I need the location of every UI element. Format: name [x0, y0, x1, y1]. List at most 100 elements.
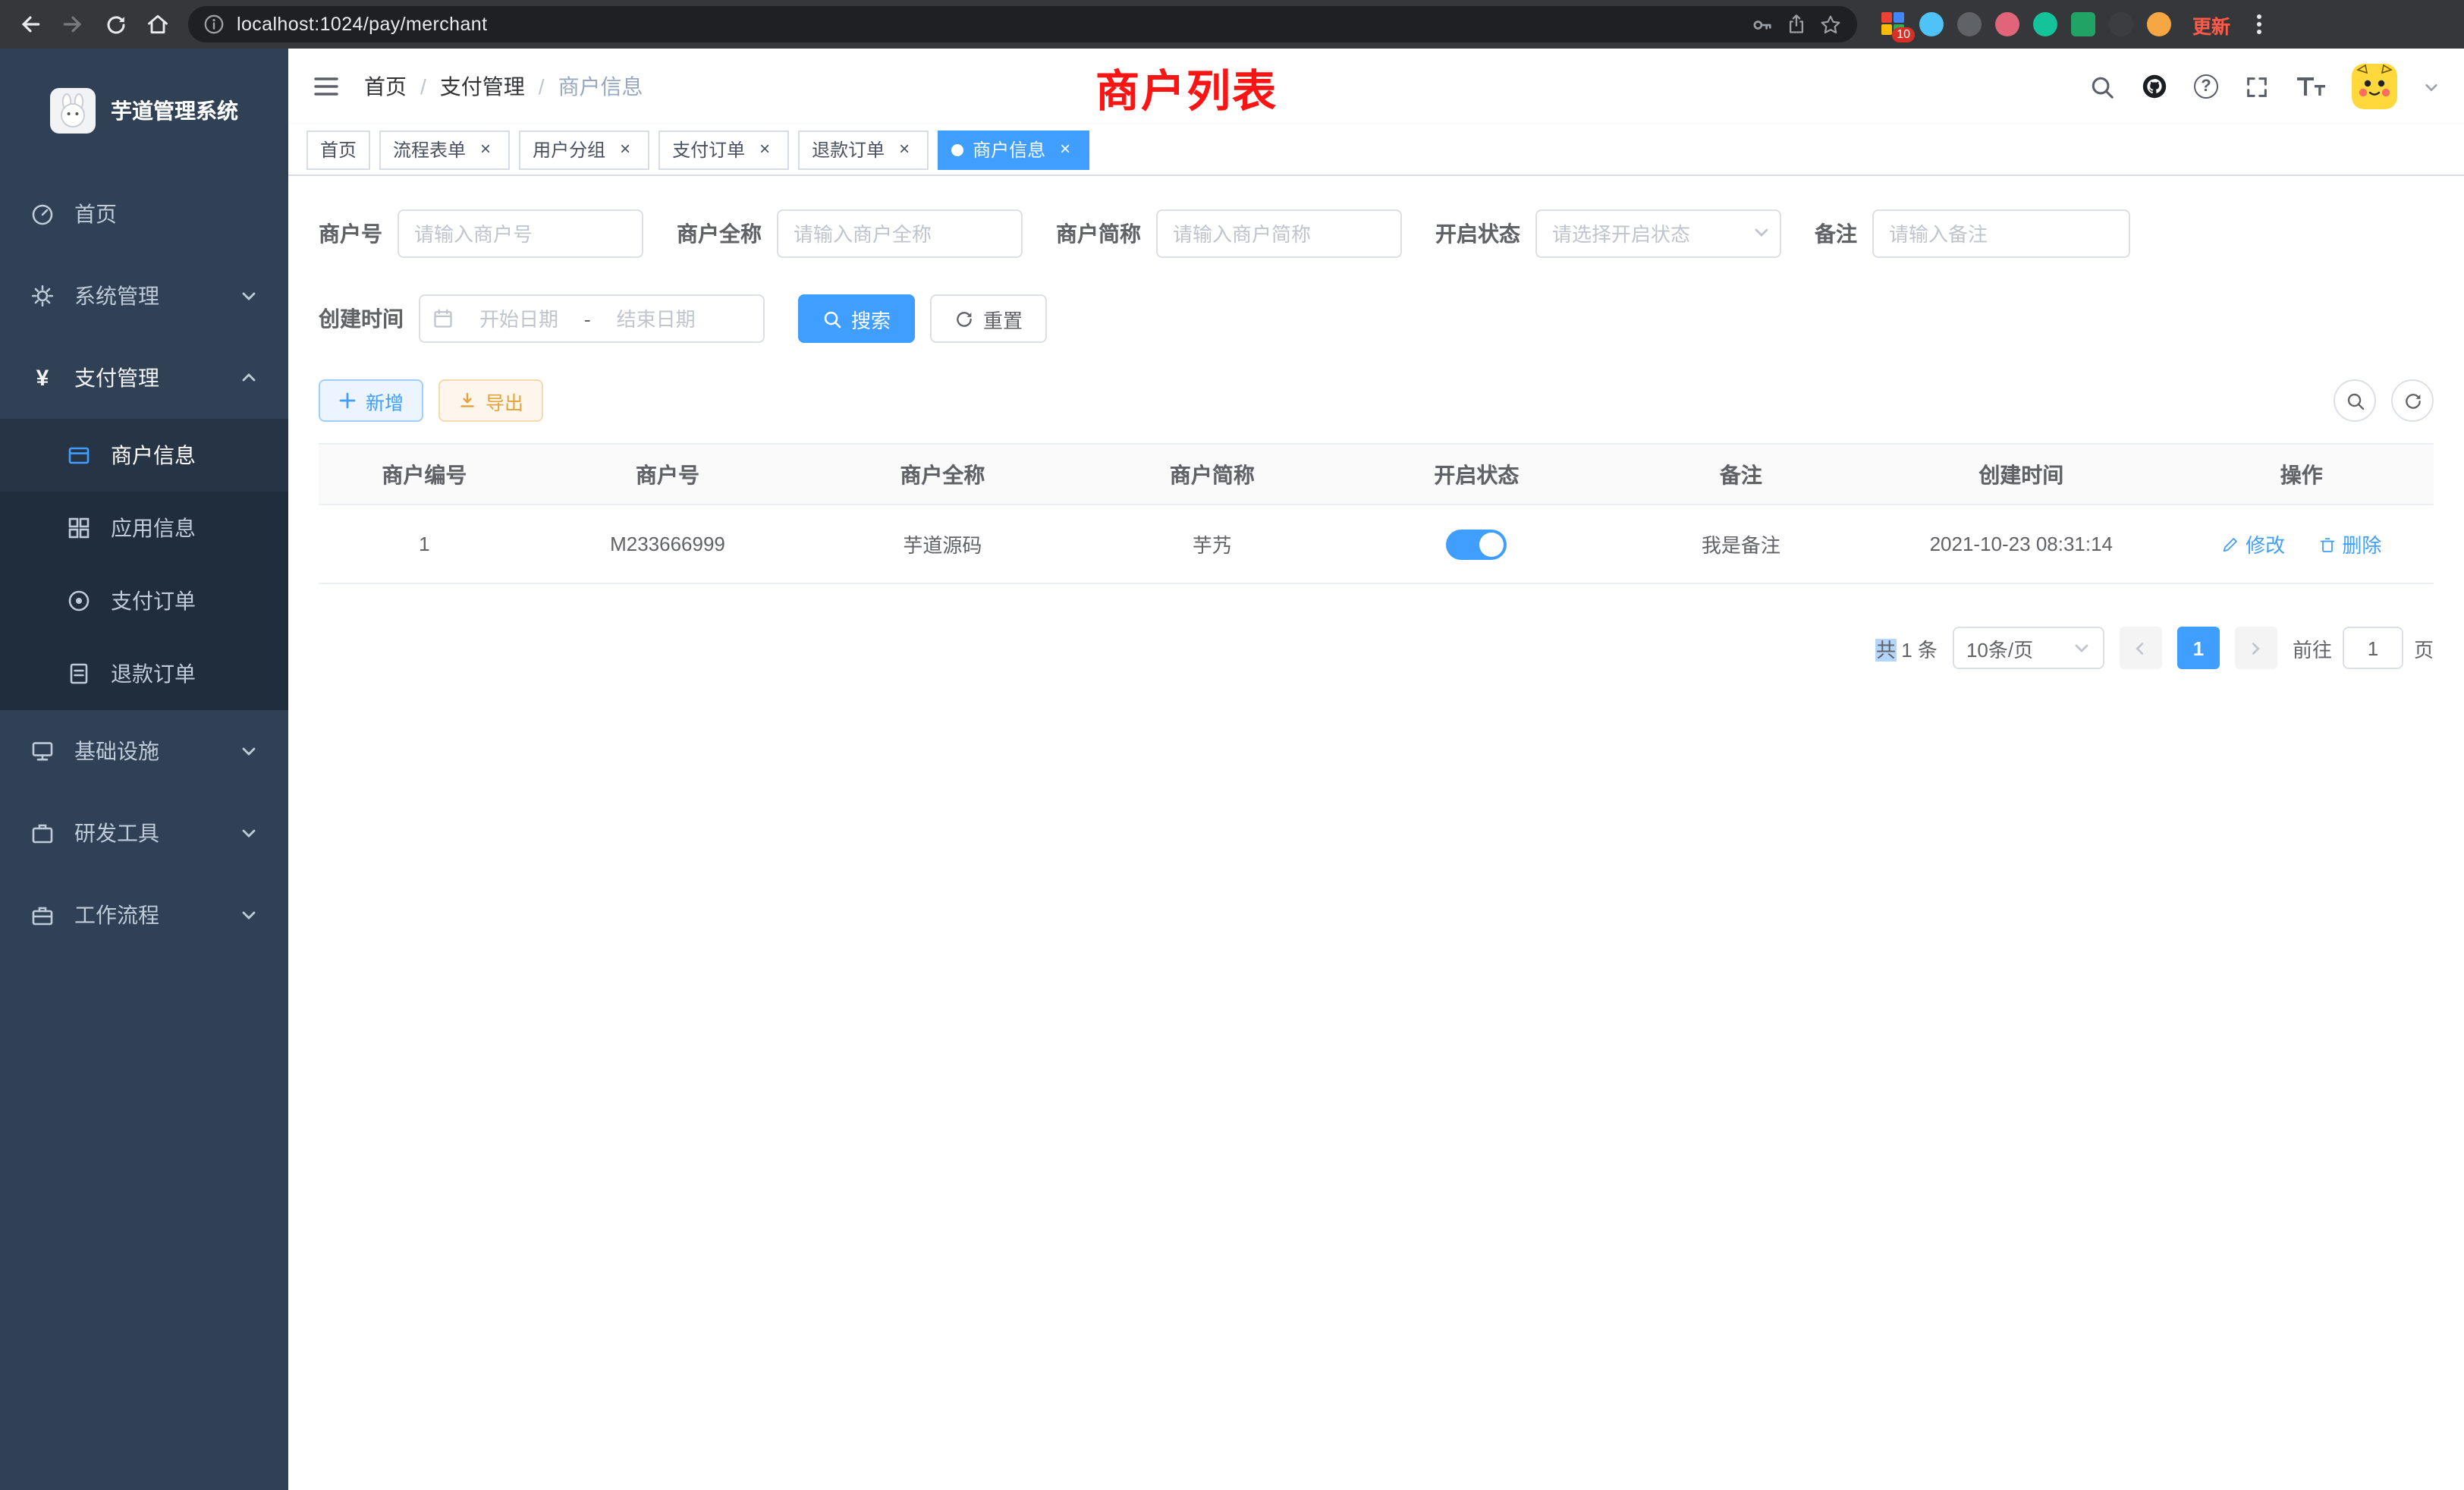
browser-back-button[interactable] — [12, 6, 49, 42]
delete-link[interactable]: 删除 — [2318, 530, 2381, 558]
github-icon[interactable] — [2141, 73, 2168, 100]
chevron-down-icon — [240, 906, 258, 924]
sidebar-item-home[interactable]: 首页 — [0, 173, 288, 255]
password-key-icon[interactable] — [1751, 13, 1774, 36]
edit-link[interactable]: 修改 — [2221, 530, 2285, 558]
delete-link-label: 删除 — [2342, 530, 2381, 558]
full-name-input[interactable] — [777, 209, 1023, 258]
chevron-down-icon — [240, 824, 258, 842]
start-date-input[interactable] — [460, 307, 578, 330]
export-button[interactable]: 导出 — [438, 379, 543, 422]
payment-submenu: 商户信息 应用信息 支付订单 — [0, 419, 288, 710]
cell-merchant-id: 1 — [319, 505, 530, 583]
export-button-label: 导出 — [486, 386, 523, 415]
briefcase-icon — [30, 903, 55, 927]
breadcrumb-home[interactable]: 首页 — [364, 71, 407, 102]
end-date-input[interactable] — [597, 307, 715, 330]
browser-update-button[interactable]: 更新 — [2192, 10, 2230, 39]
extension-pin-icon[interactable] — [2109, 12, 2133, 36]
extension-grid-icon[interactable]: 10 — [1881, 12, 1906, 36]
extension-color-icon[interactable] — [1995, 12, 2019, 36]
browser-menu-icon[interactable] — [2249, 12, 2270, 36]
add-button-label: 新增 — [366, 386, 404, 415]
tab-process-form[interactable]: 流程表单 × — [379, 130, 510, 169]
tab-label: 商户信息 — [973, 137, 1045, 162]
page-info-icon[interactable] — [203, 14, 225, 35]
sidebar-subitem-merchant-info[interactable]: 商户信息 — [0, 419, 288, 492]
app-logo[interactable]: 芋道管理系统 — [0, 49, 288, 173]
close-icon[interactable]: × — [894, 139, 915, 160]
short-name-input[interactable] — [1156, 209, 1402, 258]
status-select[interactable] — [1535, 209, 1781, 258]
refresh-button[interactable] — [2391, 379, 2434, 422]
chevron-down-icon[interactable] — [2423, 78, 2440, 95]
reset-button[interactable]: 重置 — [930, 294, 1047, 343]
next-page-button[interactable] — [2235, 627, 2277, 669]
page-1-button[interactable]: 1 — [2177, 627, 2220, 669]
sidebar-item-system-management[interactable]: 系统管理 — [0, 255, 288, 337]
close-icon[interactable]: × — [475, 139, 496, 160]
cell-status — [1344, 505, 1609, 583]
tab-home[interactable]: 首页 — [306, 130, 370, 169]
search-button[interactable]: 搜索 — [798, 294, 915, 343]
goto-page-input[interactable] — [2343, 627, 2403, 669]
add-button[interactable]: 新增 — [319, 379, 423, 422]
fullscreen-icon[interactable] — [2244, 74, 2270, 99]
sidebar-item-workflow[interactable]: 工作流程 — [0, 874, 288, 956]
avatar[interactable] — [2352, 64, 2397, 109]
tab-merchant-info[interactable]: 商户信息 × — [938, 130, 1089, 169]
create-time-range[interactable]: - — [419, 294, 765, 343]
page-size-select[interactable]: 10条/页 — [1953, 627, 2104, 669]
col-merchant-no: 商户号 — [530, 444, 805, 505]
breadcrumb: 首页 / 支付管理 / 商户信息 — [364, 71, 643, 102]
dashboard-icon — [30, 202, 55, 226]
merchant-no-input[interactable] — [398, 209, 643, 258]
toggle-search-button[interactable] — [2334, 379, 2376, 422]
tab-label: 用户分组 — [533, 137, 605, 162]
tab-refund-order[interactable]: 退款订单 × — [798, 130, 929, 169]
breadcrumb-separator: / — [539, 74, 545, 99]
edit-link-label: 修改 — [2246, 530, 2285, 558]
browser-reload-button[interactable] — [97, 6, 134, 42]
remark-input[interactable] — [1872, 209, 2130, 258]
extension-avatar-icon[interactable] — [2147, 12, 2171, 36]
col-short-name: 商户简称 — [1080, 444, 1345, 505]
browser-forward-button[interactable] — [55, 6, 91, 42]
sidebar-item-infrastructure[interactable]: 基础设施 — [0, 710, 288, 792]
close-icon[interactable]: × — [1054, 139, 1076, 160]
chevron-up-icon — [240, 369, 258, 387]
url-text[interactable]: localhost:1024/pay/merchant — [237, 14, 1739, 35]
document-icon — [67, 662, 91, 686]
tab-payment-order[interactable]: 支付订单 × — [658, 130, 789, 169]
toolbox-icon — [30, 821, 55, 845]
prev-page-button[interactable] — [2120, 627, 2162, 669]
breadcrumb-payment[interactable]: 支付管理 — [440, 71, 525, 102]
extension-check-icon[interactable] — [2033, 12, 2057, 36]
tab-user-group[interactable]: 用户分组 × — [519, 130, 649, 169]
record-circle-icon — [67, 589, 91, 613]
search-icon[interactable] — [2089, 74, 2115, 99]
extension-drop-icon[interactable] — [1919, 12, 1944, 36]
sidebar-subitem-payment-order[interactable]: 支付订单 — [0, 564, 288, 637]
sidebar-item-dev-tools[interactable]: 研发工具 — [0, 792, 288, 874]
total-rest: 1 条 — [1896, 638, 1938, 661]
bookmark-star-icon[interactable] — [1819, 13, 1842, 36]
extension-doc-icon[interactable] — [2071, 12, 2095, 36]
browser-home-button[interactable] — [140, 6, 176, 42]
page: localhost:1024/pay/merchant 10 更新 — [0, 0, 2464, 1490]
sidebar-item-payment-management[interactable]: ¥ 支付管理 — [0, 337, 288, 419]
sidebar-subitem-app-info[interactable]: 应用信息 — [0, 492, 288, 564]
share-icon[interactable] — [1786, 14, 1807, 35]
sidebar-collapse-icon[interactable] — [313, 74, 340, 99]
font-size-icon[interactable] — [2296, 74, 2326, 99]
address-bar[interactable]: localhost:1024/pay/merchant — [188, 6, 1857, 42]
close-icon[interactable]: × — [754, 139, 775, 160]
status-toggle[interactable] — [1446, 529, 1507, 559]
search-button-label: 搜索 — [851, 304, 891, 333]
extension-globe-icon[interactable] — [1957, 12, 1982, 36]
help-icon[interactable]: ? — [2194, 74, 2218, 99]
sidebar-subitem-refund-order[interactable]: 退款订单 — [0, 637, 288, 710]
close-icon[interactable]: × — [614, 139, 636, 160]
merchant-table: 商户编号 商户号 商户全称 商户简称 开启状态 备注 创建时间 操作 1 — [319, 443, 2434, 584]
breadcrumb-current: 商户信息 — [558, 71, 643, 102]
